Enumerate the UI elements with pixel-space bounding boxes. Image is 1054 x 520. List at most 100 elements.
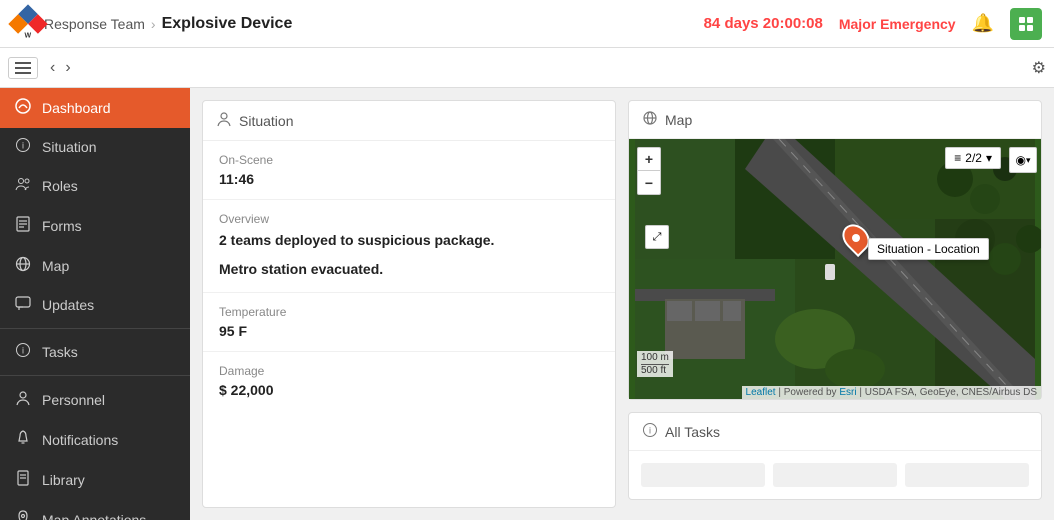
zoom-in-button[interactable]: + [637, 147, 661, 171]
sidebar-label-updates: Updates [42, 297, 94, 313]
overview-label: Overview [219, 212, 599, 226]
sidebar-label-map: Map [42, 258, 69, 274]
temperature-section: Temperature 95 F [203, 293, 615, 352]
sidebar-divider-2 [0, 375, 190, 376]
attribution-powered: | Powered by [778, 387, 836, 398]
team-name[interactable]: Response Team [44, 16, 145, 32]
grid-menu-button[interactable] [1010, 8, 1042, 40]
sidebar-label-roles: Roles [42, 178, 78, 194]
map-pin-tooltip: Situation - Location [868, 238, 989, 260]
attribution-rest: | USDA FSA, GeoEye, CNES/Airbus DS [859, 387, 1037, 398]
situation-card: Situation On-Scene 11:46 Overview 2 team… [202, 100, 616, 508]
overview-section: Overview 2 teams deployed to suspicious … [203, 200, 615, 293]
sidebar-item-map-annotations[interactable]: Map Annotations [0, 500, 190, 520]
temperature-value: 95 F [219, 323, 599, 339]
sidebar-item-notifications[interactable]: Notifications [0, 420, 190, 460]
header: W Response Team › Explosive Device 84 da… [0, 0, 1054, 48]
map-card-icon [643, 111, 657, 128]
sidebar-item-situation[interactable]: i Situation [0, 128, 190, 166]
on-scene-section: On-Scene 11:46 [203, 141, 615, 200]
map-card-title: Map [665, 112, 692, 128]
sidebar-item-roles[interactable]: Roles [0, 166, 190, 206]
emergency-badge: Major Emergency [839, 16, 956, 32]
countdown-timer: 84 days 20:00:08 [704, 15, 823, 32]
hamburger-button[interactable] [8, 57, 38, 79]
map-globe-button[interactable]: ◉ ▾ [1009, 147, 1037, 173]
leaflet-link[interactable]: Leaflet [746, 387, 776, 398]
svg-text:i: i [649, 426, 651, 436]
nims-logo: W [12, 8, 44, 40]
layout: Dashboard i Situation Roles [0, 88, 1054, 520]
tasks-icon: i [14, 343, 32, 361]
all-tasks-card: i All Tasks [628, 412, 1042, 500]
map-scale: 100 m 500 ft [637, 351, 673, 377]
sidebar-item-forms[interactable]: Forms [0, 206, 190, 246]
damage-value: $ 22,000 [219, 382, 599, 398]
map-container: + − ⤢ ≡ 2/2 ▾ ◉ ▾ [629, 139, 1041, 399]
map-annotations-icon [14, 510, 32, 520]
sidebar-item-tasks[interactable]: i Tasks [0, 333, 190, 371]
sidebar-item-map[interactable]: Map [0, 246, 190, 286]
sidebar-label-tasks: Tasks [42, 344, 78, 360]
scale-100m: 100 m [641, 352, 669, 365]
map-zoom-controls: + − [637, 147, 661, 195]
sidebar-label-map-annotations: Map Annotations [42, 512, 146, 520]
all-tasks-title: All Tasks [665, 424, 720, 440]
breadcrumb-chevron: › [151, 16, 156, 32]
on-scene-value: 11:46 [219, 171, 599, 187]
roles-icon [14, 176, 32, 196]
toolbar: ‹ › ⚙ [0, 48, 1054, 88]
zoom-out-button[interactable]: − [637, 171, 661, 195]
situation-card-icon [217, 111, 231, 130]
map-expand-button[interactable]: ⤢ [645, 225, 669, 249]
layer-count: 2/2 [965, 151, 982, 165]
all-tasks-card-header: i All Tasks [629, 413, 1041, 451]
sidebar: Dashboard i Situation Roles [0, 88, 190, 520]
damage-label: Damage [219, 364, 599, 378]
sidebar-label-notifications: Notifications [42, 432, 118, 448]
all-tasks-icon: i [643, 423, 657, 440]
library-icon [14, 470, 32, 490]
map-card-header: Map [629, 101, 1041, 139]
incident-title: Explosive Device [162, 15, 293, 33]
forward-button[interactable]: › [61, 57, 74, 79]
scale-500ft: 500 ft [641, 365, 669, 376]
sidebar-item-dashboard[interactable]: Dashboard [0, 88, 190, 128]
sidebar-label-dashboard: Dashboard [42, 100, 111, 116]
map-svg [629, 139, 1041, 399]
forms-icon [14, 216, 32, 236]
overview-line2: Metro station evacuated. [219, 259, 599, 280]
settings-icon[interactable]: ⚙ [1032, 58, 1046, 78]
sidebar-item-updates[interactable]: Updates [0, 286, 190, 324]
situation-icon: i [14, 138, 32, 156]
sidebar-label-forms: Forms [42, 218, 82, 234]
map-location-pin [844, 223, 868, 253]
damage-section: Damage $ 22,000 [203, 352, 615, 410]
map-attribution: Leaflet | Powered by Esri | USDA FSA, Ge… [742, 386, 1041, 399]
notifications-icon [14, 430, 32, 450]
back-button[interactable]: ‹ [46, 57, 59, 79]
personnel-icon [14, 390, 32, 410]
pin-inner [852, 234, 860, 242]
svg-text:i: i [22, 346, 24, 356]
nav-arrows: ‹ › [46, 57, 75, 79]
main-content: Situation On-Scene 11:46 Overview 2 team… [190, 88, 1054, 520]
layer-icon: ≡ [954, 151, 961, 165]
map-layer-button[interactable]: ≡ 2/2 ▾ [945, 147, 1001, 169]
bell-icon[interactable]: 🔔 [972, 13, 994, 34]
situation-card-header: Situation [203, 101, 615, 141]
dashboard-icon [14, 98, 32, 118]
sidebar-item-personnel[interactable]: Personnel [0, 380, 190, 420]
globe-chevron: ▾ [1026, 155, 1031, 166]
situation-card-title: Situation [239, 113, 293, 129]
right-column: Map [628, 100, 1042, 508]
on-scene-label: On-Scene [219, 153, 599, 167]
sidebar-divider-1 [0, 328, 190, 329]
sidebar-label-personnel: Personnel [42, 392, 105, 408]
header-right: 84 days 20:00:08 Major Emergency 🔔 [704, 8, 1042, 40]
updates-icon [14, 296, 32, 314]
globe-char: ◉ [1015, 153, 1025, 167]
esri-link[interactable]: Esri [839, 387, 856, 398]
overview-line1: 2 teams deployed to suspicious package. [219, 230, 599, 251]
sidebar-item-library[interactable]: Library [0, 460, 190, 500]
